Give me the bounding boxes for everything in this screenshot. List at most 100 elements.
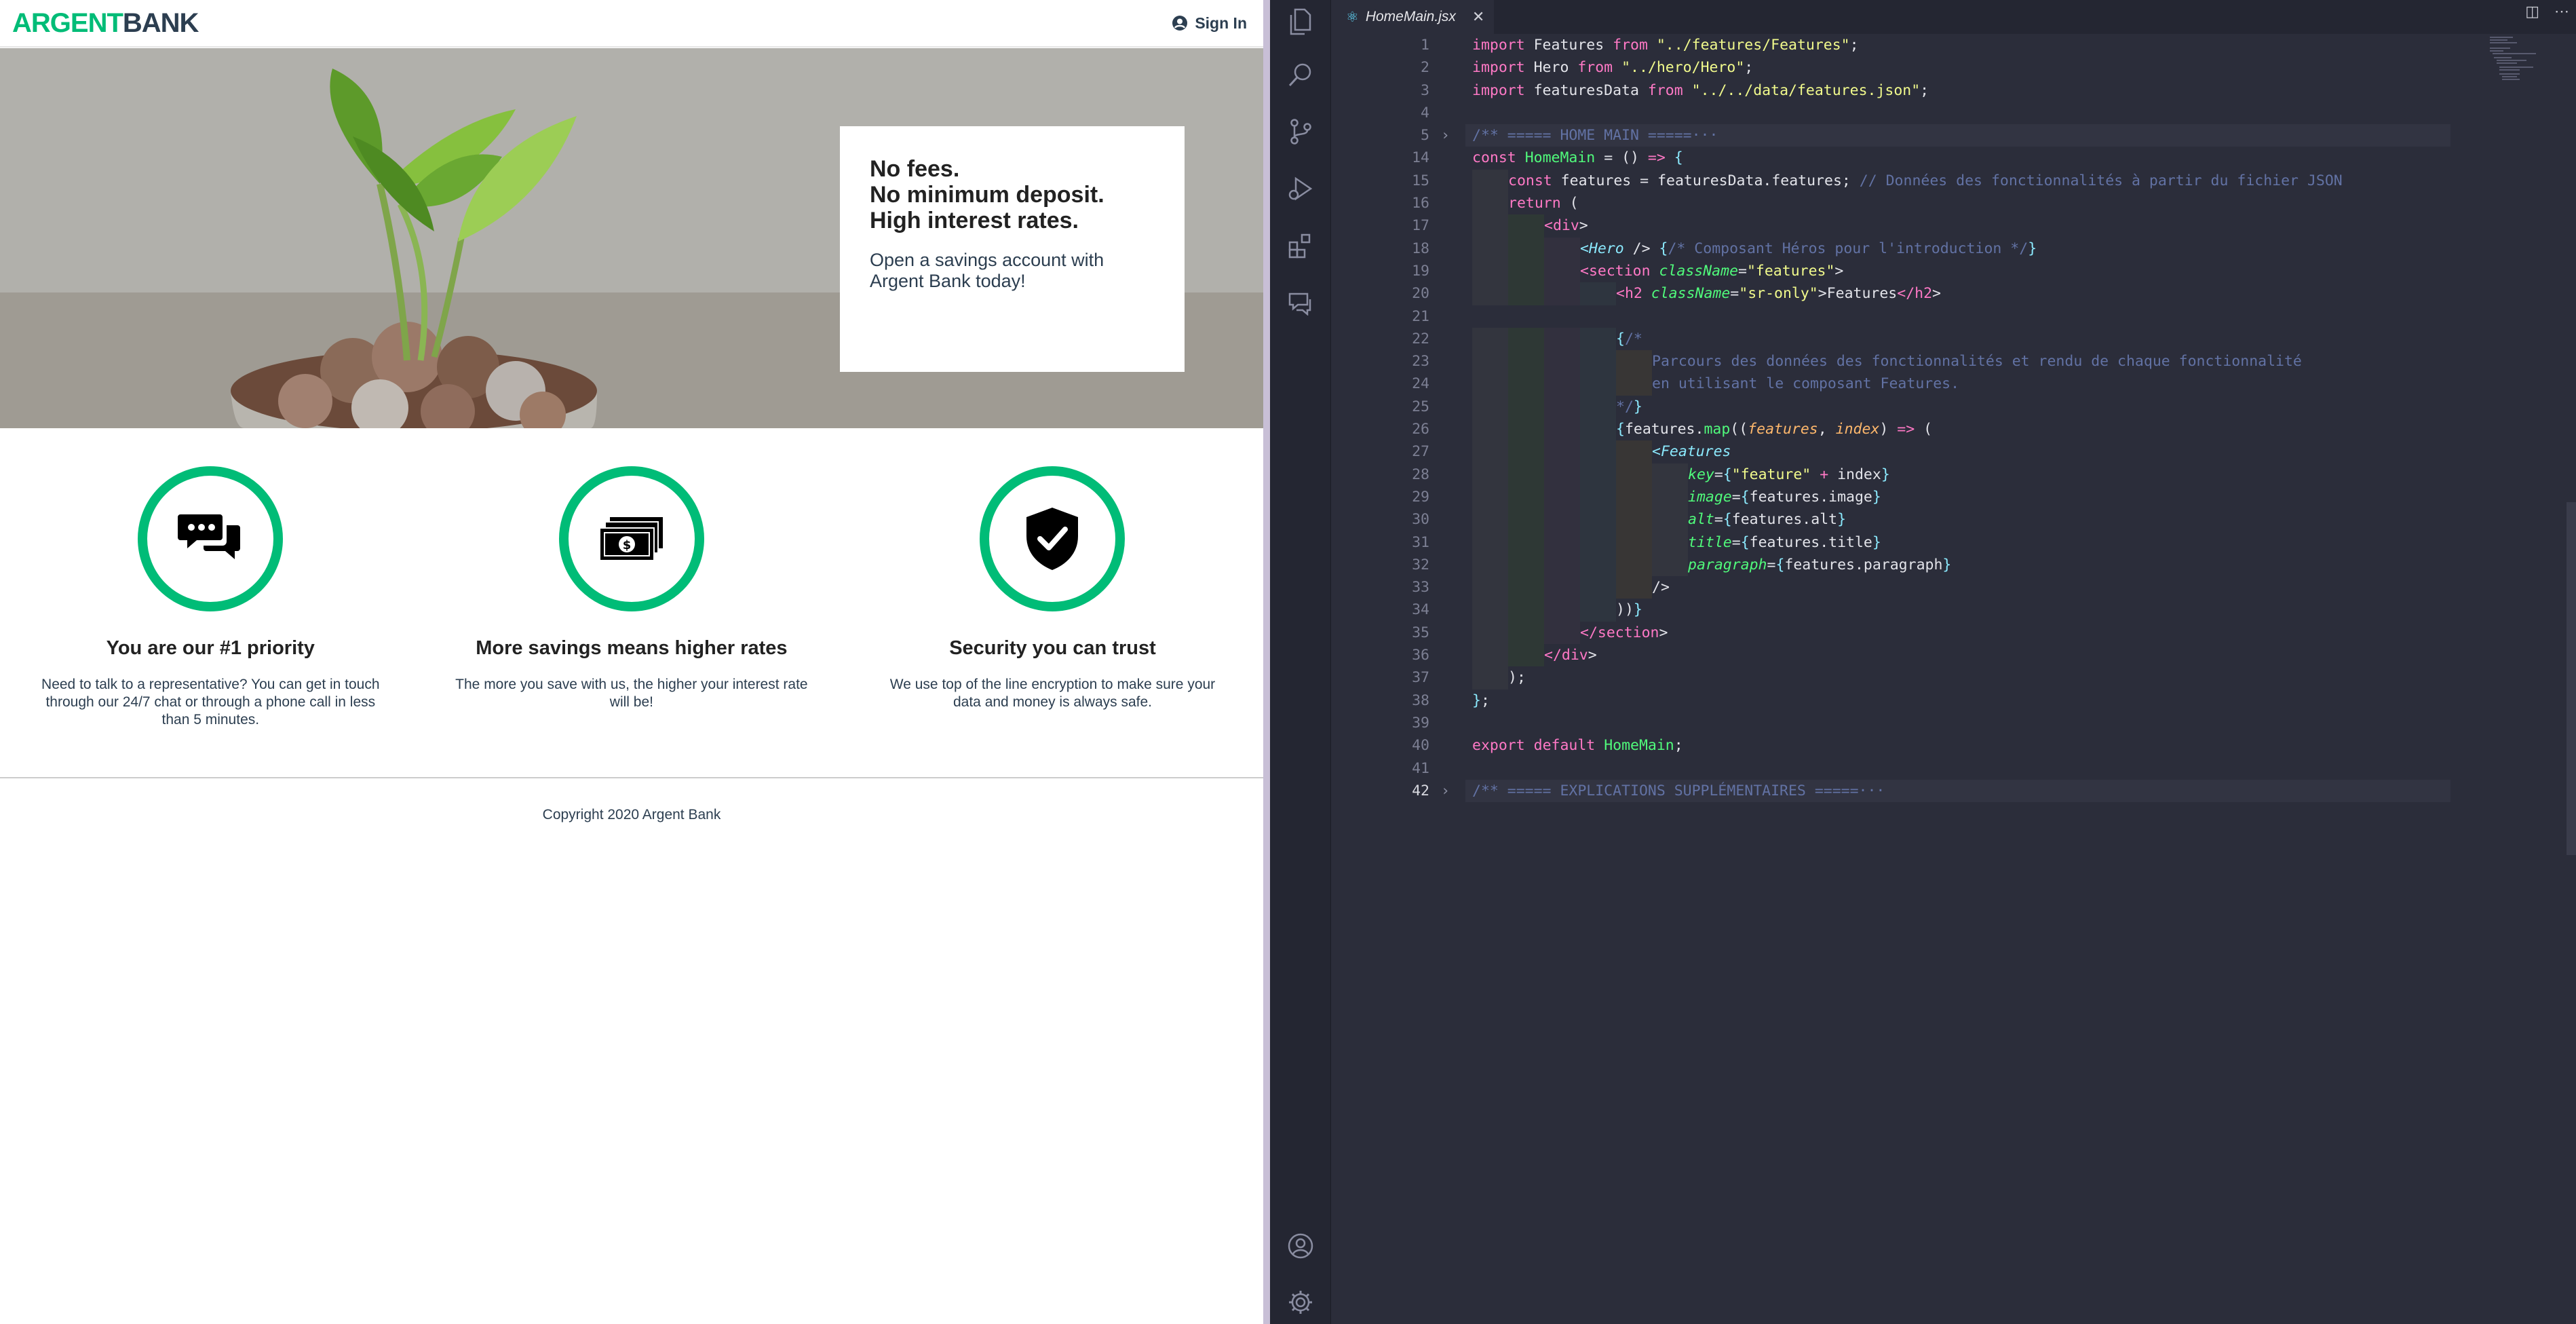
sign-in-link[interactable]: Sign In xyxy=(1172,14,1247,33)
tab-homemain-jsx[interactable]: ⚛ HomeMain.jsx ✕ xyxy=(1331,0,1494,34)
argent-bank-logo[interactable]: ARGENTBANK xyxy=(12,8,199,39)
code-line[interactable]: 15 const features = featuresData.features… xyxy=(1331,169,2552,193)
indent-guide xyxy=(1616,440,1652,464)
indent-guide xyxy=(1580,599,1616,622)
line-number: 37 xyxy=(1412,669,1429,687)
indent-guide xyxy=(1616,531,1652,554)
code-text: /** ===== EXPLICATIONS SUPPLÉMENTAIRES =… xyxy=(1472,782,1885,799)
files-icon[interactable] xyxy=(1283,4,1318,39)
more-actions-icon[interactable]: ⋯ xyxy=(2554,3,2569,20)
run-debug-icon[interactable] xyxy=(1283,171,1318,206)
minimap[interactable] xyxy=(2484,34,2576,1324)
line-number: 21 xyxy=(1412,307,1429,325)
account-icon[interactable] xyxy=(1283,1228,1318,1264)
code-line[interactable]: 26 {features.map((features, index) => ( xyxy=(1331,418,2552,441)
code-line[interactable]: 17 <div> xyxy=(1331,214,2552,238)
chat-icon xyxy=(178,514,241,559)
indent-guide xyxy=(1580,531,1616,554)
window-divider[interactable] xyxy=(1263,0,1270,1324)
sign-in-label: Sign In xyxy=(1195,14,1247,32)
indent-guide xyxy=(1580,373,1616,396)
indent-guide xyxy=(1472,350,1508,373)
line-number: 20 xyxy=(1412,285,1429,303)
code-line[interactable]: 4 xyxy=(1331,102,2552,124)
activity-bar xyxy=(1270,0,1331,1324)
code-line[interactable]: 41 xyxy=(1331,757,2552,780)
feature-icon-circle: $ xyxy=(558,466,704,611)
indent-guide xyxy=(1472,418,1508,441)
fold-chevron-icon[interactable]: › xyxy=(1441,780,1450,802)
indent-guide xyxy=(1580,485,1616,509)
feature-paragraph: We use top of the line encryption to mak… xyxy=(889,677,1216,710)
close-tab-icon[interactable]: ✕ xyxy=(1472,8,1484,26)
code-line[interactable]: 3 import featuresData from "../../data/fe… xyxy=(1331,79,2552,102)
code-text: <Hero /> {/* Composant Héros pour l'intr… xyxy=(1580,240,2037,257)
feature-title: Security you can trust xyxy=(949,637,1156,659)
indent-guide xyxy=(1580,350,1616,373)
code-line[interactable]: 23 Parcours des données des fonctionnalit… xyxy=(1331,350,2552,373)
chat-icon[interactable] xyxy=(1283,285,1318,320)
indent-guide xyxy=(1472,576,1508,599)
code-line[interactable]: 14 const HomeMain = () => { xyxy=(1331,147,2552,169)
indent-guide xyxy=(1580,576,1616,599)
source-control-icon[interactable] xyxy=(1283,114,1318,149)
code-line[interactable]: 27 <Features xyxy=(1331,440,2552,464)
code-line[interactable]: 33 /> xyxy=(1331,576,2552,599)
code-area[interactable]: 1 import Features from "../features/Featu… xyxy=(1331,34,2552,1324)
search-icon[interactable] xyxy=(1283,57,1318,92)
code-line[interactable]: 19 <section className="features"> xyxy=(1331,259,2552,283)
code-text: import featuresData from "../../data/fea… xyxy=(1472,81,1929,99)
indent-guide xyxy=(1580,553,1616,577)
code-line[interactable]: 21 xyxy=(1331,305,2552,328)
code-line[interactable]: 32 paragraph={features.paragraph} xyxy=(1331,553,2552,577)
indent-guide xyxy=(1472,531,1508,554)
indent-guide xyxy=(1580,418,1616,441)
code-line[interactable]: 25 */} xyxy=(1331,395,2552,419)
code-line[interactable]: 40 export default HomeMain; xyxy=(1331,734,2552,757)
indent-guide xyxy=(1544,576,1580,599)
code-line[interactable]: 39 xyxy=(1331,712,2552,734)
code-line[interactable]: 37); xyxy=(1331,666,2552,689)
code-line[interactable]: 38}; xyxy=(1331,689,2552,712)
indent-guide xyxy=(1472,621,1508,645)
code-line[interactable]: 28 key={"feature" + index} xyxy=(1331,463,2552,486)
vertical-scrollbar[interactable] xyxy=(2567,502,2576,855)
line-number: 14 xyxy=(1412,149,1429,167)
fold-chevron-icon[interactable]: › xyxy=(1441,124,1450,147)
code-text: image={features.image} xyxy=(1688,488,1881,506)
line-number: 18 xyxy=(1412,240,1429,257)
code-line[interactable]: 20 <h2 className="sr-only">Features</h2> xyxy=(1331,282,2552,305)
code-line[interactable]: 34))} xyxy=(1331,599,2552,622)
code-line[interactable]: 5 › /** ===== HOME MAIN =====··· xyxy=(1331,124,2552,147)
indent-guide xyxy=(1616,350,1652,373)
code-line[interactable]: 36 </div> xyxy=(1331,644,2552,667)
code-text: const HomeMain = () => { xyxy=(1472,149,1683,167)
indent-guide xyxy=(1472,599,1508,622)
line-number: 30 xyxy=(1412,511,1429,529)
indent-guide xyxy=(1472,192,1508,215)
indent-guide xyxy=(1508,463,1544,486)
hero-text: Open a savings account with Argent Bank … xyxy=(870,250,1104,291)
code-line[interactable]: 31 title={features.title} xyxy=(1331,531,2552,554)
settings-gear-icon[interactable] xyxy=(1283,1285,1318,1320)
code-line[interactable]: 24 en utilisant le composant Features. xyxy=(1331,373,2552,396)
code-line[interactable]: 30 alt={features.alt} xyxy=(1331,508,2552,531)
extensions-icon[interactable] xyxy=(1283,228,1318,263)
code-line[interactable]: 42 › /** ===== EXPLICATIONS SUPPLÉMENTAIRE… xyxy=(1331,779,2552,803)
code-line[interactable]: 16 return ( xyxy=(1331,192,2552,215)
indent-guide xyxy=(1544,395,1580,419)
code-line[interactable]: 2 import Hero from "../hero/Hero"; xyxy=(1331,56,2552,79)
indent-guide xyxy=(1472,237,1508,260)
line-number: 31 xyxy=(1412,533,1429,551)
indent-guide xyxy=(1508,259,1544,283)
code-line[interactable]: 35 </section> xyxy=(1331,621,2552,645)
code-line[interactable]: 29 image={features.image} xyxy=(1331,485,2552,509)
code-line[interactable]: 1 import Features from "../features/Featu… xyxy=(1331,34,2552,56)
money-icon: $ xyxy=(598,517,663,561)
code-line[interactable]: 18 <Hero /> {/* Composant Héros pour l'in… xyxy=(1331,237,2552,260)
hero-content-box: No fees. No minimum deposit. High intere… xyxy=(840,126,1185,372)
indent-guide xyxy=(1616,576,1652,599)
code-line[interactable]: 22 {/* xyxy=(1331,327,2552,351)
code-text: title={features.title} xyxy=(1688,533,1881,551)
split-editor-icon[interactable]: ◫ xyxy=(2525,3,2539,20)
